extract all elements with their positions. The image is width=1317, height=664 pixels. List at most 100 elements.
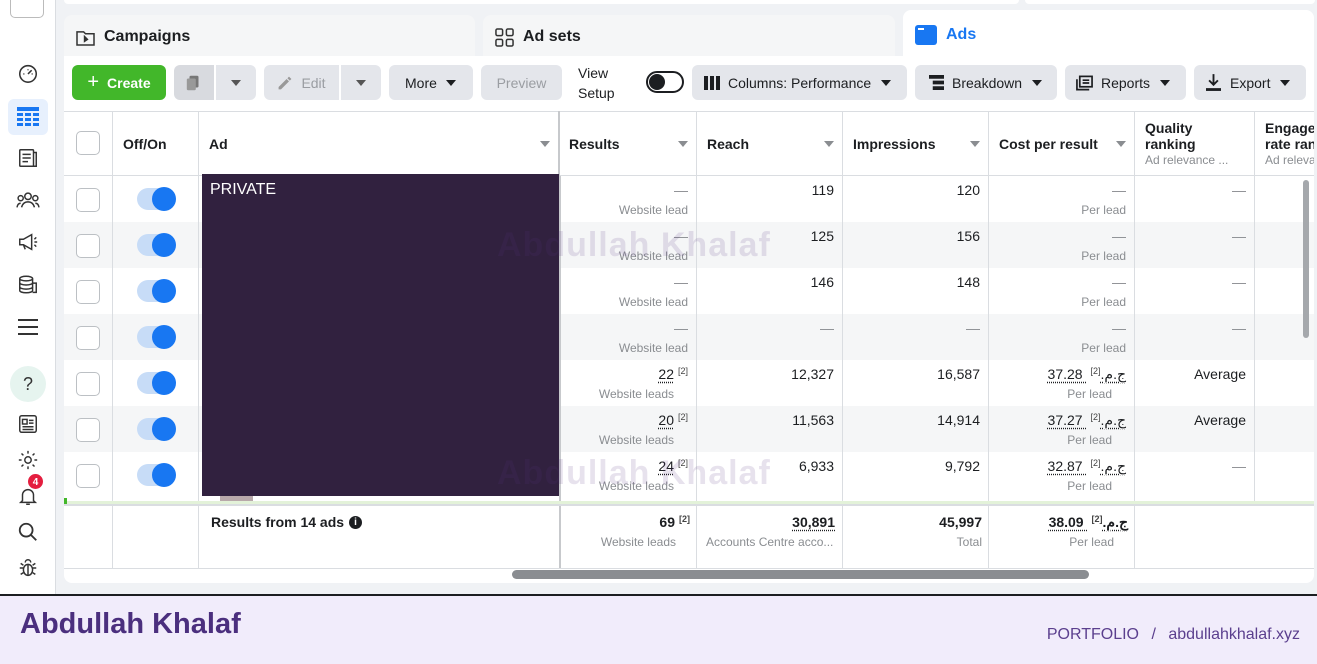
- chevron-down-icon: [445, 79, 456, 86]
- quality-ranking-value: —: [1232, 320, 1246, 336]
- vertical-scrollbar[interactable]: [1303, 180, 1309, 338]
- horizontal-scrollbar[interactable]: [512, 570, 1089, 579]
- summary-reach-sub: Accounts Centre acco...: [706, 535, 834, 549]
- edit-button[interactable]: Edit: [264, 65, 339, 100]
- row-checkbox[interactable]: [76, 326, 100, 350]
- cost-value: —: [992, 320, 1126, 336]
- header-quality-ranking[interactable]: Quality ranking Ad relevance ...: [1135, 111, 1255, 176]
- reach-value: 6,933: [798, 458, 834, 474]
- results-text: 22: [658, 366, 674, 382]
- account-box[interactable]: [10, 0, 44, 18]
- ad-on-off-toggle[interactable]: [137, 279, 176, 303]
- summary-label: Results from 14 ads i: [211, 514, 363, 530]
- duplicate-button[interactable]: [174, 65, 214, 100]
- header-cost-label: Cost per result: [999, 135, 1098, 152]
- edit-button-group: Edit: [264, 65, 381, 100]
- header-results[interactable]: Results: [560, 111, 697, 176]
- summary-cost-sub: Per lead: [1069, 535, 1114, 549]
- chevron-down-icon: [1116, 141, 1126, 147]
- ads-manager-table-icon[interactable]: [8, 99, 48, 135]
- tab-ad-sets[interactable]: Ad sets: [483, 15, 895, 59]
- header-engagement-rate-ranking[interactable]: Engager rate ran Ad releva: [1255, 111, 1314, 176]
- cost-text: —: [1112, 320, 1126, 336]
- portfolio-link[interactable]: PORTFOLIO: [1047, 626, 1139, 643]
- impressions-value: 14,914: [937, 412, 980, 428]
- results-text: —: [674, 274, 688, 290]
- info-icon[interactable]: i: [349, 515, 363, 529]
- tab-campaigns[interactable]: Campaigns: [64, 15, 475, 59]
- chevron-down-icon: [231, 79, 241, 86]
- site-link[interactable]: abdullahkhalaf.xyz: [1168, 626, 1300, 643]
- ad-on-off-toggle[interactable]: [137, 371, 176, 395]
- row-checkbox[interactable]: [76, 234, 100, 258]
- results-sup: [2]: [677, 366, 688, 376]
- audiences-icon[interactable]: [8, 182, 48, 218]
- ad-on-off-toggle[interactable]: [137, 463, 176, 487]
- header-off-on[interactable]: Off/On: [113, 111, 199, 176]
- impressions-value: 9,792: [944, 458, 980, 474]
- settings-gear-icon[interactable]: [8, 442, 48, 478]
- reach-value: 11,563: [792, 412, 834, 428]
- results-sup: [2]: [677, 412, 688, 422]
- results-sub: Website lead: [618, 295, 688, 309]
- columns-button[interactable]: Columns: Performance: [692, 65, 907, 100]
- notifications-bell-icon[interactable]: 4: [8, 473, 48, 514]
- summary-cost: 38.09 ج.م.[2]: [992, 514, 1128, 531]
- search-icon[interactable]: [8, 514, 48, 550]
- export-button[interactable]: Export: [1194, 65, 1306, 100]
- row-checkbox[interactable]: [76, 280, 100, 304]
- results-sub: Website leads: [598, 479, 674, 493]
- tab-ads[interactable]: Ads: [903, 10, 1314, 60]
- preview-button[interactable]: Preview: [481, 65, 562, 100]
- private-label: PRIVATE: [210, 181, 277, 198]
- ad-on-off-toggle[interactable]: [137, 417, 176, 441]
- billing-icon[interactable]: [8, 267, 48, 303]
- quality-ranking-value: —: [1232, 274, 1246, 290]
- ads-icon: [915, 25, 937, 45]
- ad-on-off-toggle[interactable]: [137, 233, 176, 257]
- megaphone-icon[interactable]: [8, 224, 48, 260]
- portfolio-footer: Abdullah Khalaf PORTFOLIO / abdullahkhal…: [0, 594, 1317, 664]
- header-reach-label: Reach: [707, 135, 750, 152]
- header-reach[interactable]: Reach: [697, 111, 843, 176]
- summary-results: 69 [2]: [580, 514, 690, 530]
- pencil-icon: [279, 76, 292, 89]
- cost-sub: Per lead: [1081, 203, 1126, 217]
- summary-results-sub: Website leads: [600, 535, 676, 549]
- edit-dropdown[interactable]: [341, 65, 381, 100]
- results-value: 20 [2]: [580, 412, 688, 428]
- help-icon[interactable]: ?: [10, 366, 46, 402]
- all-tools-menu-icon[interactable]: [8, 309, 48, 345]
- header-impressions[interactable]: Impressions: [843, 111, 989, 176]
- row-checkbox[interactable]: [76, 188, 100, 212]
- header-cost-per-result[interactable]: Cost per result: [989, 111, 1135, 176]
- duplicate-button-group: [174, 65, 256, 100]
- footer-links: PORTFOLIO / abdullahkhalaf.xyz: [1047, 626, 1300, 644]
- cost-sub: Per lead: [1081, 249, 1126, 263]
- breakdown-button[interactable]: Breakdown: [915, 65, 1057, 100]
- more-button[interactable]: More: [389, 65, 473, 100]
- cost-sub: Per lead: [1067, 479, 1112, 493]
- bug-report-icon[interactable]: [8, 550, 48, 586]
- create-button[interactable]: + Create: [72, 65, 166, 100]
- duplicate-dropdown[interactable]: [216, 65, 256, 100]
- news-feed-icon[interactable]: [8, 406, 48, 442]
- summary-impressions-sub: Total: [956, 535, 982, 549]
- row-checkbox[interactable]: [76, 464, 100, 488]
- ad-on-off-toggle[interactable]: [137, 325, 176, 349]
- row-checkbox[interactable]: [76, 372, 100, 396]
- results-value: —: [580, 182, 688, 198]
- ad-on-off-toggle[interactable]: [137, 187, 176, 211]
- pages-icon[interactable]: [8, 140, 48, 176]
- private-redaction-block: PRIVATE: [202, 174, 559, 496]
- select-all-checkbox[interactable]: [76, 131, 100, 155]
- results-text: 20: [658, 412, 674, 428]
- chevron-down-icon: [881, 79, 892, 86]
- chevron-down-icon: [1032, 79, 1043, 86]
- reports-button[interactable]: Reports: [1065, 65, 1186, 100]
- header-ad[interactable]: Ad: [199, 111, 560, 176]
- row-checkbox[interactable]: [76, 418, 100, 442]
- view-setup-toggle[interactable]: [646, 71, 684, 96]
- results-text: —: [674, 320, 688, 336]
- dashboard-icon[interactable]: [8, 55, 48, 91]
